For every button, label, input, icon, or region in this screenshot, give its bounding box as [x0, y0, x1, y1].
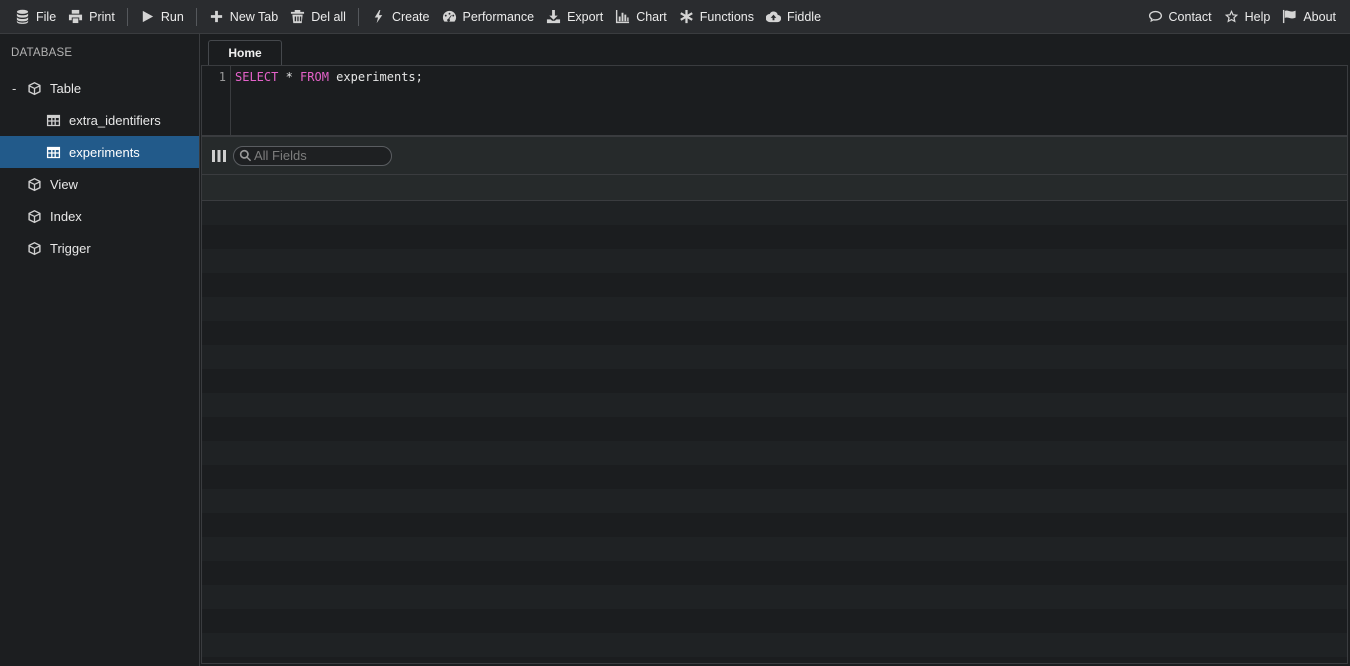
cube-icon — [28, 177, 41, 191]
new-tab-label: New Tab — [229, 9, 279, 24]
cube-icon — [28, 241, 41, 255]
performance-button[interactable]: Performance — [436, 0, 541, 33]
sql-keyword-select: SELECT — [235, 70, 279, 84]
tab-home[interactable]: Home — [208, 40, 282, 65]
bar-chart-icon — [616, 9, 630, 24]
results-toolbar — [202, 137, 1347, 175]
contact-button[interactable]: Contact — [1142, 0, 1218, 33]
chart-label: Chart — [636, 9, 667, 24]
sidebar-item-label: extra_identifiers — [69, 112, 161, 128]
gauge-icon — [442, 10, 456, 22]
print-button[interactable]: Print — [62, 0, 121, 33]
cube-icon — [28, 209, 41, 223]
performance-label: Performance — [462, 9, 535, 24]
new-tab-button[interactable]: New Tab — [203, 0, 284, 33]
sidebar-item-experiments[interactable]: experiments — [0, 136, 199, 168]
chat-icon — [1148, 10, 1162, 23]
collapse-toggle[interactable]: - — [12, 81, 24, 96]
functions-button[interactable]: Functions — [673, 0, 760, 33]
trash-icon — [291, 9, 305, 24]
functions-label: Functions — [699, 9, 754, 24]
delete-all-label: Del all — [311, 9, 346, 24]
plus-icon — [210, 10, 222, 23]
about-button[interactable]: About — [1276, 0, 1342, 33]
delete-all-button[interactable]: Del all — [284, 0, 352, 33]
toolbar-divider — [195, 7, 197, 26]
top-toolbar: File Print Run New Tab Del all Create Pe… — [0, 0, 1350, 34]
code-line[interactable]: SELECT * FROM experiments; — [231, 66, 423, 135]
star-icon — [1224, 9, 1238, 23]
tab-bar: Home — [201, 34, 1350, 65]
cube-icon — [28, 81, 41, 95]
sql-star: * — [278, 70, 301, 84]
run-label: Run — [160, 9, 184, 24]
toolbar-right-group: Contact Help About — [1142, 0, 1350, 33]
file-label: File — [36, 9, 57, 24]
sidebar-item-view[interactable]: View — [0, 168, 199, 200]
printer-icon — [69, 9, 83, 24]
toolbar-divider — [126, 7, 128, 26]
sidebar-item-table[interactable]: - Table — [0, 72, 199, 104]
play-icon — [142, 10, 153, 23]
print-label: Print — [89, 9, 115, 24]
sidebar-item-trigger[interactable]: Trigger — [0, 232, 199, 264]
sidebar-item-label: View — [50, 176, 78, 192]
chart-button[interactable]: Chart — [609, 0, 673, 33]
sidebar-item-label: Index — [50, 208, 82, 224]
sidebar-item-label: experiments — [69, 144, 140, 160]
export-label: Export — [567, 9, 604, 24]
results-rows — [202, 201, 1347, 663]
help-button[interactable]: Help — [1218, 0, 1277, 33]
about-label: About — [1303, 9, 1336, 24]
create-button[interactable]: Create — [365, 0, 436, 33]
export-button[interactable]: Export — [540, 0, 609, 33]
sql-editor[interactable]: 1 SELECT * FROM experiments; — [201, 65, 1348, 136]
results-column-header — [202, 175, 1347, 201]
columns-icon — [212, 149, 226, 162]
asterisk-icon — [680, 9, 693, 24]
fiddle-label: Fiddle — [786, 9, 822, 24]
run-button[interactable]: Run — [134, 0, 190, 33]
help-label: Help — [1244, 9, 1271, 24]
toolbar-divider — [357, 7, 359, 26]
table-icon — [46, 114, 61, 126]
contact-label: Contact — [1168, 9, 1212, 24]
create-label: Create — [391, 9, 430, 24]
search-box[interactable] — [233, 145, 392, 166]
sidebar-item-label: Table — [50, 80, 82, 96]
columns-toggle-button[interactable] — [211, 148, 227, 164]
results-grid — [201, 136, 1348, 664]
file-button[interactable]: File — [9, 0, 62, 33]
fiddle-button[interactable]: Fiddle — [760, 0, 827, 33]
download-icon — [547, 9, 561, 24]
database-sidebar: DATABASE - Table extra_identifiers exper… — [0, 34, 200, 666]
table-icon — [46, 146, 61, 158]
search-input[interactable] — [254, 148, 382, 163]
toolbar-left-group: File Print Run New Tab Del all Create Pe… — [0, 0, 827, 33]
sidebar-item-extra-identifiers[interactable]: extra_identifiers — [0, 104, 199, 136]
database-icon — [16, 9, 29, 24]
main-panel: Home 1 SELECT * FROM experiments; — [201, 34, 1350, 666]
sidebar-header: DATABASE — [11, 47, 73, 59]
bolt-icon — [374, 9, 383, 24]
sql-keyword-from: FROM — [300, 70, 329, 84]
search-icon — [239, 149, 252, 162]
cloud-upload-icon — [765, 11, 781, 23]
sql-table-name: experiments; — [328, 70, 423, 84]
flag-icon — [1283, 9, 1296, 24]
line-number-gutter: 1 — [202, 66, 231, 135]
sidebar-item-index[interactable]: Index — [0, 200, 199, 232]
sidebar-item-label: Trigger — [50, 240, 91, 256]
